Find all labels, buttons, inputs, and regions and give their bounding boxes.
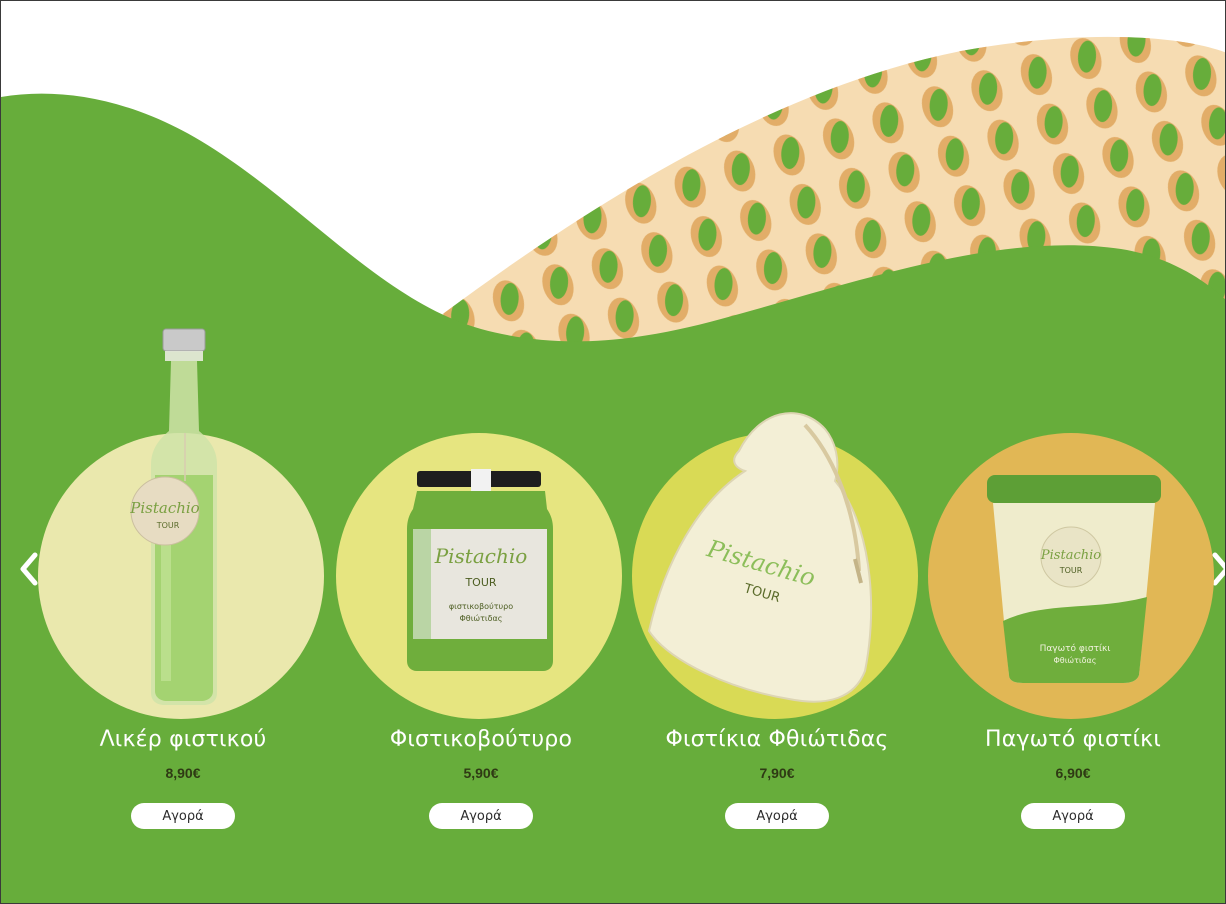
label-brand: Pistachio xyxy=(129,499,199,517)
label-product: Παγωτό φιστίκι xyxy=(1040,643,1111,654)
product-price: 6,90€ xyxy=(1055,765,1091,781)
product-card-ice-cream: Pistachio TOUR Παγωτό φιστίκι Φθιώτιδας … xyxy=(925,301,1221,841)
pistachio-bag-image: Pistachio TOUR xyxy=(647,412,873,703)
product-card-pistachio-butter: Pistachio TOUR φιστικοβούτυρο Φθιώτιδας … xyxy=(333,301,629,841)
ice-cream-cup-image: Pistachio TOUR Παγωτό φιστίκι Φθιώτιδας xyxy=(987,475,1161,683)
product-price: 8,90€ xyxy=(165,765,201,781)
liqueur-bottle-image: Pistachio TOUR xyxy=(129,328,217,705)
product-price: 7,90€ xyxy=(759,765,795,781)
label-product: φιστικοβούτυρο xyxy=(449,601,513,611)
label-tour: TOUR xyxy=(464,576,496,589)
product-card-pistachios: Pistachio TOUR Φιστίκια Φθιώτιδας 7,90€ … xyxy=(629,301,925,841)
product-name: Φιστικοβούτυρο xyxy=(389,727,573,752)
label-region: Φθιώτιδας xyxy=(460,613,503,623)
buy-button[interactable]: Αγορά xyxy=(1021,803,1125,829)
product-card-liqueur: Pistachio TOUR Λικέρ φιστικού 8,90€ Αγορ… xyxy=(35,301,331,841)
label-tour: TOUR xyxy=(156,521,180,530)
product-price: 5,90€ xyxy=(463,765,499,781)
product-name: Παγωτό φιστίκι xyxy=(985,727,1161,752)
buy-button[interactable]: Αγορά xyxy=(429,803,533,829)
buy-button[interactable]: Αγορά xyxy=(725,803,829,829)
buy-button[interactable]: Αγορά xyxy=(131,803,235,829)
product-carousel: Pistachio TOUR Λικέρ φιστικού 8,90€ Αγορ… xyxy=(1,1,1225,903)
label-brand: Pistachio xyxy=(434,544,528,568)
page-frame: Pistachio TOUR Λικέρ φιστικού 8,90€ Αγορ… xyxy=(0,0,1226,904)
label-brand: Pistachio xyxy=(1040,548,1101,563)
product-name: Φιστίκια Φθιώτιδας xyxy=(665,727,889,752)
pistachio-butter-jar-image: Pistachio TOUR φιστικοβούτυρο Φθιώτιδας xyxy=(407,469,553,671)
label-tour: TOUR xyxy=(1059,566,1083,575)
label-region: Φθιώτιδας xyxy=(1054,655,1097,665)
product-name: Λικέρ φιστικού xyxy=(99,727,267,752)
